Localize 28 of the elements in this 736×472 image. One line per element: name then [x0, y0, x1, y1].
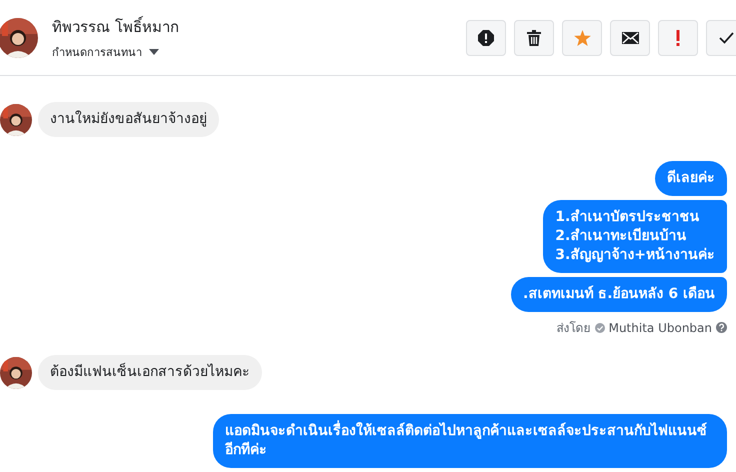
avatar [0, 18, 38, 58]
trash-button[interactable] [514, 20, 554, 56]
message-bubble: 1.สำเนาบัตรประชาชน 2.สำเนาทะเบียนบ้าน 3.สัญญาจ้าง+หน้างานค่ะ [543, 200, 727, 273]
message-bubble: แอดมินจะดำเนินเรื่องให้เซลล์ติดต่อไปหาลูกค้าและเซลล์จะประสานกับไฟแนนซ์อีกทีค่ะ [213, 414, 727, 468]
exclamation-icon [676, 30, 680, 46]
message-bubble: งานใหม่ยังขอสันยาจ้างอยู่ [38, 102, 219, 137]
sent-by-label: ส่งโดย [556, 320, 591, 337]
alert-icon [478, 30, 494, 46]
avatar [0, 104, 32, 136]
envelope-button[interactable] [610, 20, 650, 56]
message-bubble: ต้องมีแฟนเซ็นเอกสารด้วยไหมคะ [38, 355, 262, 390]
check-circle-icon [594, 322, 605, 332]
check-icon [718, 32, 734, 44]
caret-icon[interactable] [149, 48, 159, 54]
alert-button[interactable] [466, 20, 506, 56]
avatar [0, 356, 32, 388]
exclamation-button[interactable] [658, 20, 698, 56]
trash-icon [527, 30, 541, 46]
star-button[interactable] [562, 20, 602, 56]
sender-name-link[interactable]: Muthita Ubonban [608, 320, 712, 334]
envelope-icon [622, 32, 638, 44]
contact-name: ทิพวรรณ โพธิ์หมาก [52, 15, 180, 38]
star-icon [574, 30, 590, 46]
message-bubble: ดีเลยค่ะ [655, 161, 727, 196]
help-icon[interactable] [716, 322, 727, 333]
conversation-settings-link[interactable]: กำหนดการสนทนา [52, 42, 142, 60]
message-bubble: .สเตทเมนท์ ธ.ย้อนหลัง 6 เดือน [511, 277, 727, 312]
check-button[interactable] [706, 20, 736, 56]
